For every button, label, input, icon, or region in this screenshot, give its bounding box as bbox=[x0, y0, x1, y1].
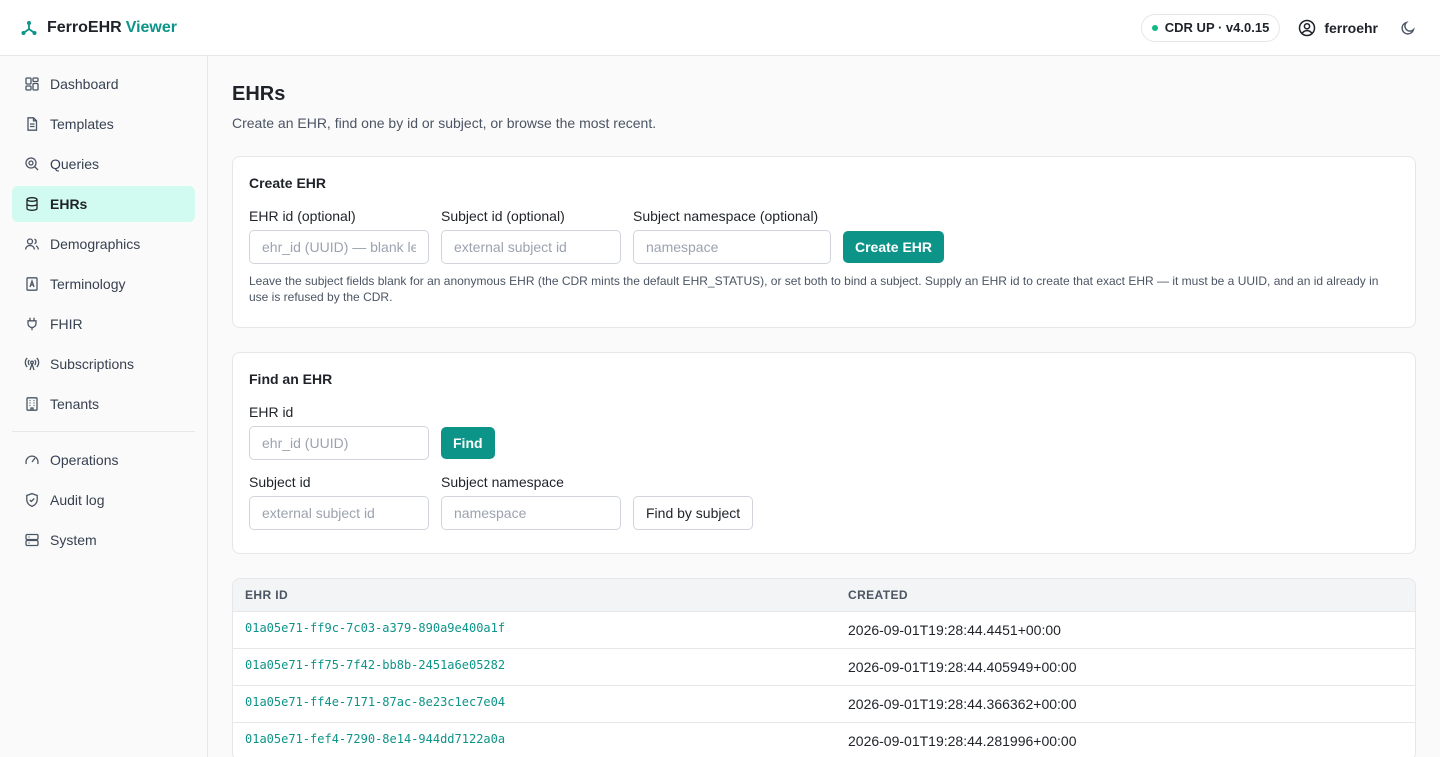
subject-id-label: Subject id (optional) bbox=[441, 208, 565, 224]
create-subject-namespace-input[interactable] bbox=[633, 230, 831, 264]
search-icon bbox=[25, 157, 39, 171]
sidebar-item-dashboard[interactable]: Dashboard bbox=[12, 66, 195, 102]
create-ehr-hint: Leave the subject fields blank for an an… bbox=[249, 274, 1379, 304]
brand-accent: Viewer bbox=[125, 18, 177, 36]
sidebar-item-label: System bbox=[50, 532, 97, 548]
sidebar-item-label: Demographics bbox=[50, 236, 141, 252]
username: ferroehr bbox=[1324, 19, 1378, 36]
logo-icon bbox=[21, 20, 37, 35]
create-ehr-title: Create EHR bbox=[249, 175, 327, 191]
building-icon bbox=[26, 397, 38, 411]
sidebar-item-label: EHRs bbox=[50, 196, 88, 212]
table-row[interactable]: 01a05e71-ff9c-7c03-a379-890a9e400a1f 202… bbox=[233, 612, 1415, 649]
created-cell: 2026-09-01T19:28:44.281996+00:00 bbox=[848, 733, 1077, 749]
find-ehr-id-input[interactable] bbox=[249, 426, 429, 460]
create-ehr-id-input[interactable] bbox=[249, 230, 429, 264]
find-ehr-title: Find an EHR bbox=[249, 371, 333, 387]
table-row[interactable]: 01a05e71-fef4-7290-8e14-944dd7122a0a 202… bbox=[233, 723, 1415, 757]
sidebar-item-fhir[interactable]: FHIR bbox=[12, 306, 195, 342]
find-ehr-card: Find an EHR EHR id Find Subject id Subje… bbox=[232, 352, 1416, 554]
ehr-id-link[interactable]: 01a05e71-ff75-7f42-bb8b-2451a6e05282 bbox=[233, 658, 836, 672]
sidebar-item-label: Terminology bbox=[50, 276, 126, 292]
plug-icon bbox=[27, 317, 37, 331]
ehr-id-link[interactable]: 01a05e71-ff4e-7171-87ac-8e23c1ec7e04 bbox=[233, 695, 836, 709]
sidebar-divider bbox=[12, 431, 195, 432]
sidebar-item-label: Audit log bbox=[50, 492, 105, 508]
gauge-icon bbox=[25, 455, 39, 465]
sidebar-item-demographics[interactable]: Demographics bbox=[12, 226, 195, 262]
table-row[interactable]: 01a05e71-ff4e-7171-87ac-8e23c1ec7e04 202… bbox=[233, 686, 1415, 723]
shield-icon bbox=[26, 492, 38, 508]
sidebar-item-ehrs[interactable]: EHRs bbox=[12, 186, 195, 222]
subject-namespace-label: Subject namespace (optional) bbox=[633, 208, 819, 224]
sidebar-item-label: FHIR bbox=[50, 316, 83, 332]
cdr-status-badge: CDR UP · v4.0.15 bbox=[1140, 13, 1281, 42]
find-subject-id-label: Subject id bbox=[249, 474, 311, 490]
database-icon bbox=[26, 197, 38, 211]
broadcast-icon bbox=[24, 357, 40, 371]
sidebar-item-subscriptions[interactable]: Subscriptions bbox=[12, 346, 195, 382]
sidebar-item-label: Tenants bbox=[50, 396, 100, 412]
find-subject-namespace-input[interactable] bbox=[441, 496, 621, 530]
page-title: EHRs bbox=[232, 83, 286, 105]
column-header-ehr-id[interactable]: EHR ID bbox=[233, 588, 836, 602]
sidebar: Dashboard Templates Queries EHRs Demogra… bbox=[0, 56, 208, 757]
ehr-id-link[interactable]: 01a05e71-ff9c-7c03-a379-890a9e400a1f bbox=[233, 621, 836, 635]
create-ehr-card: Create EHR EHR id (optional) Subject id … bbox=[232, 156, 1416, 328]
created-cell: 2026-09-01T19:28:44.366362+00:00 bbox=[848, 696, 1077, 712]
sidebar-item-queries[interactable]: Queries bbox=[12, 146, 195, 182]
book-icon bbox=[26, 277, 38, 291]
column-header-created[interactable]: CREATED bbox=[836, 588, 908, 602]
page-subtitle: Create an EHR, find one by id or subject… bbox=[232, 115, 657, 131]
find-by-subject-button[interactable]: Find by subject bbox=[633, 496, 754, 530]
server-icon bbox=[25, 533, 39, 547]
status-dot-icon bbox=[1151, 24, 1158, 31]
sidebar-item-terminology[interactable]: Terminology bbox=[12, 266, 195, 302]
dashboard-icon bbox=[25, 77, 39, 91]
top-bar: FerroEHR Viewer CDR UP · v4.0.15 ferroehr bbox=[0, 0, 1440, 56]
status-text: CDR UP · v4.0.15 bbox=[1164, 20, 1270, 35]
moon-icon bbox=[1401, 20, 1415, 35]
sidebar-item-tenants[interactable]: Tenants bbox=[12, 386, 195, 422]
brand[interactable]: FerroEHR Viewer bbox=[20, 19, 177, 37]
sidebar-item-system[interactable]: System bbox=[12, 522, 195, 558]
find-button[interactable]: Find bbox=[441, 427, 495, 459]
sidebar-item-audit-log[interactable]: Audit log bbox=[12, 482, 195, 518]
ehr-table: EHR ID CREATED 01a05e71-ff9c-7c03-a379-8… bbox=[232, 578, 1416, 757]
create-subject-id-input[interactable] bbox=[441, 230, 621, 264]
create-ehr-button[interactable]: Create EHR bbox=[843, 231, 945, 263]
users-icon bbox=[24, 238, 40, 250]
find-subject-id-input[interactable] bbox=[249, 496, 429, 530]
ehr-id-label: EHR id (optional) bbox=[249, 208, 356, 224]
file-icon bbox=[27, 117, 38, 131]
find-subject-namespace-label: Subject namespace bbox=[441, 474, 564, 490]
theme-toggle-button[interactable] bbox=[1396, 16, 1420, 40]
table-row[interactable]: 01a05e71-ff75-7f42-bb8b-2451a6e05282 202… bbox=[233, 649, 1415, 686]
sidebar-item-label: Queries bbox=[50, 156, 100, 172]
created-cell: 2026-09-01T19:28:44.4451+00:00 bbox=[848, 622, 1061, 638]
sidebar-item-operations[interactable]: Operations bbox=[12, 442, 195, 478]
ehr-id-link[interactable]: 01a05e71-fef4-7290-8e14-944dd7122a0a bbox=[233, 732, 836, 746]
sidebar-item-label: Dashboard bbox=[50, 76, 119, 92]
find-ehr-id-label: EHR id bbox=[249, 404, 294, 420]
user-menu[interactable]: ferroehr bbox=[1298, 19, 1378, 37]
sidebar-item-templates[interactable]: Templates bbox=[12, 106, 195, 142]
created-cell: 2026-09-01T19:28:44.405949+00:00 bbox=[848, 659, 1077, 675]
sidebar-item-label: Templates bbox=[50, 116, 114, 132]
sidebar-item-label: Operations bbox=[50, 452, 119, 468]
sidebar-item-label: Subscriptions bbox=[50, 356, 135, 372]
table-header: EHR ID CREATED bbox=[233, 579, 1415, 612]
main-content: EHRs Create an EHR, find one by id or su… bbox=[208, 56, 1440, 757]
brand-name: FerroEHR bbox=[47, 18, 122, 36]
user-circle-icon bbox=[1299, 19, 1316, 36]
